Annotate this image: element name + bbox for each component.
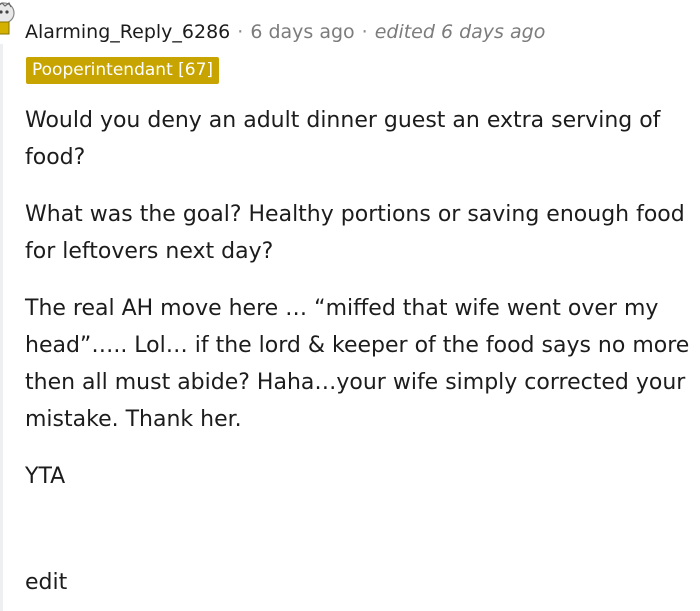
- comment-header: Alarming_Reply_6286 · 6 days ago · edite…: [25, 15, 545, 49]
- comment-paragraph: YTA: [25, 464, 66, 489]
- edited-timestamp: edited 6 days ago: [374, 21, 546, 43]
- timestamp-link[interactable]: 6 days ago: [250, 21, 354, 43]
- edit-note: edit: [25, 570, 68, 595]
- comment-body: Would you deny an adult dinner guest an …: [25, 102, 693, 515]
- avatar-icon[interactable]: [0, 2, 15, 38]
- username-link[interactable]: Alarming_Reply_6286: [25, 21, 230, 43]
- separator-dot: ·: [237, 21, 244, 43]
- separator-dot: ·: [361, 21, 368, 43]
- comment-paragraph: What was the goal? Healthy portions or s…: [25, 202, 685, 264]
- thread-line[interactable]: [0, 44, 3, 611]
- comment-paragraph: Would you deny an adult dinner guest an …: [25, 108, 661, 170]
- user-flair: Pooperintendant [67]: [26, 57, 220, 84]
- comment-paragraph: The real AH move here … “miffed that wif…: [25, 296, 690, 432]
